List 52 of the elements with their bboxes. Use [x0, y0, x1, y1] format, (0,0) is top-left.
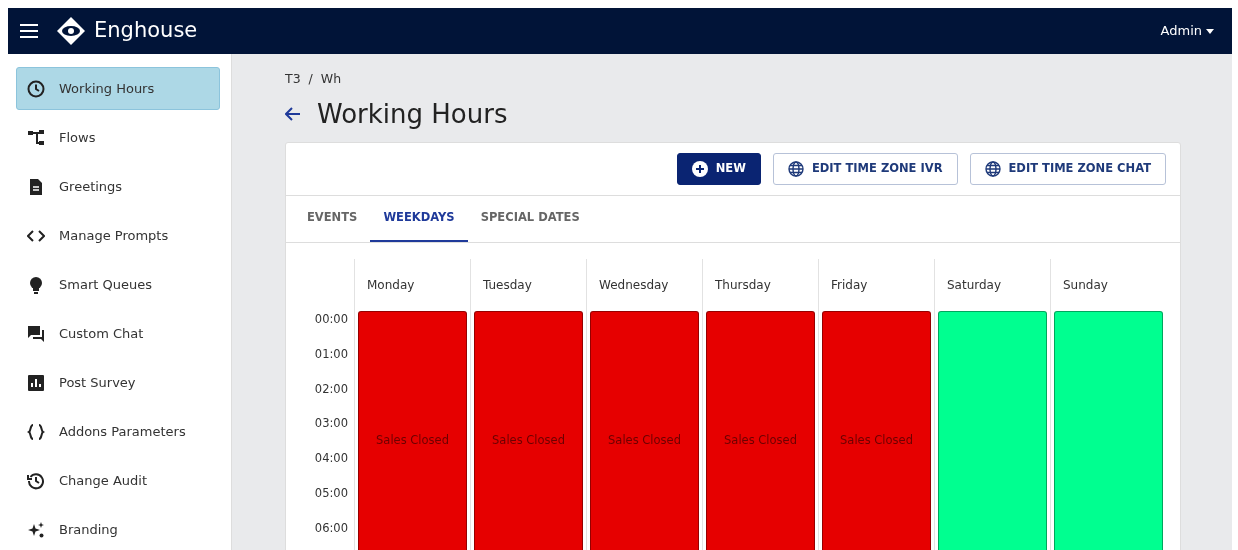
edit-time-zone-button[interactable]: EDIT TIME ZONE CHAT: [969, 152, 1166, 185]
sidebar-item[interactable]: Post Survey: [16, 361, 220, 404]
clock-icon: [27, 79, 45, 98]
sidebar-item[interactable]: Working Hours: [16, 67, 220, 110]
flow-icon: [27, 128, 45, 147]
tab[interactable]: EVENTS: [294, 195, 371, 242]
user-menu[interactable]: Admin: [1156, 21, 1206, 41]
globe-icon: [984, 160, 1001, 177]
day-header: Thursday: [714, 276, 772, 294]
sidebar-item[interactable]: Custom Chat: [16, 312, 220, 355]
sidebar-item[interactable]: Greetings: [16, 165, 220, 208]
back-arrow-icon[interactable]: [285, 107, 301, 122]
sidebar-item[interactable]: Change Audit: [16, 459, 220, 502]
logo-icon: [56, 16, 86, 46]
sidebar-item[interactable]: Addons Parameters: [16, 410, 220, 453]
lightbulb-icon: [27, 275, 45, 294]
edit-time-zone-button[interactable]: EDIT TIME ZONE IVR: [772, 152, 958, 185]
tab[interactable]: WEEKDAYS: [370, 195, 468, 242]
time-label: 01:00: [313, 345, 349, 363]
chat-icon: [27, 324, 45, 343]
plus-icon: [691, 160, 708, 177]
breadcrumb-separator: /: [308, 70, 313, 88]
day-header: Saturday: [946, 276, 1003, 294]
history-icon: [27, 471, 45, 490]
time-label: 05:00: [313, 484, 349, 502]
time-label: 06:00: [313, 519, 349, 537]
time-label: 02:00: [313, 380, 349, 398]
sidebar-item[interactable]: Branding: [16, 508, 220, 550]
braces-icon: [27, 422, 45, 441]
page-title: Working Hours: [317, 98, 508, 130]
brand-name: Enghouse: [94, 17, 198, 45]
time-label: 03:00: [313, 415, 349, 433]
time-label: 00:00: [313, 310, 349, 328]
day-header: Tuesday: [482, 276, 533, 294]
document-icon: [27, 177, 45, 196]
day-header: Friday: [830, 276, 869, 294]
sparkle-icon: [27, 520, 45, 539]
caret-icon: [1206, 28, 1214, 34]
breadcrumb-item[interactable]: Wh: [320, 70, 342, 89]
tab[interactable]: SPECIAL DATES: [467, 195, 593, 242]
time-label: 04:00: [313, 450, 349, 468]
day-header: Sunday: [1062, 276, 1109, 294]
day-header: Monday: [366, 276, 416, 294]
breadcrumb-item[interactable]: T3: [285, 70, 301, 89]
globe-icon: [787, 160, 804, 177]
sidebar-item[interactable]: Smart Queues: [16, 263, 220, 306]
day-header: Wednesday: [598, 276, 670, 294]
menu-icon[interactable]: [20, 24, 38, 38]
sidebar-item[interactable]: Flows: [16, 116, 220, 159]
sidebar-item[interactable]: Manage Prompts: [16, 214, 220, 257]
new-button[interactable]: NEW: [676, 152, 761, 185]
chart-icon: [27, 373, 45, 392]
